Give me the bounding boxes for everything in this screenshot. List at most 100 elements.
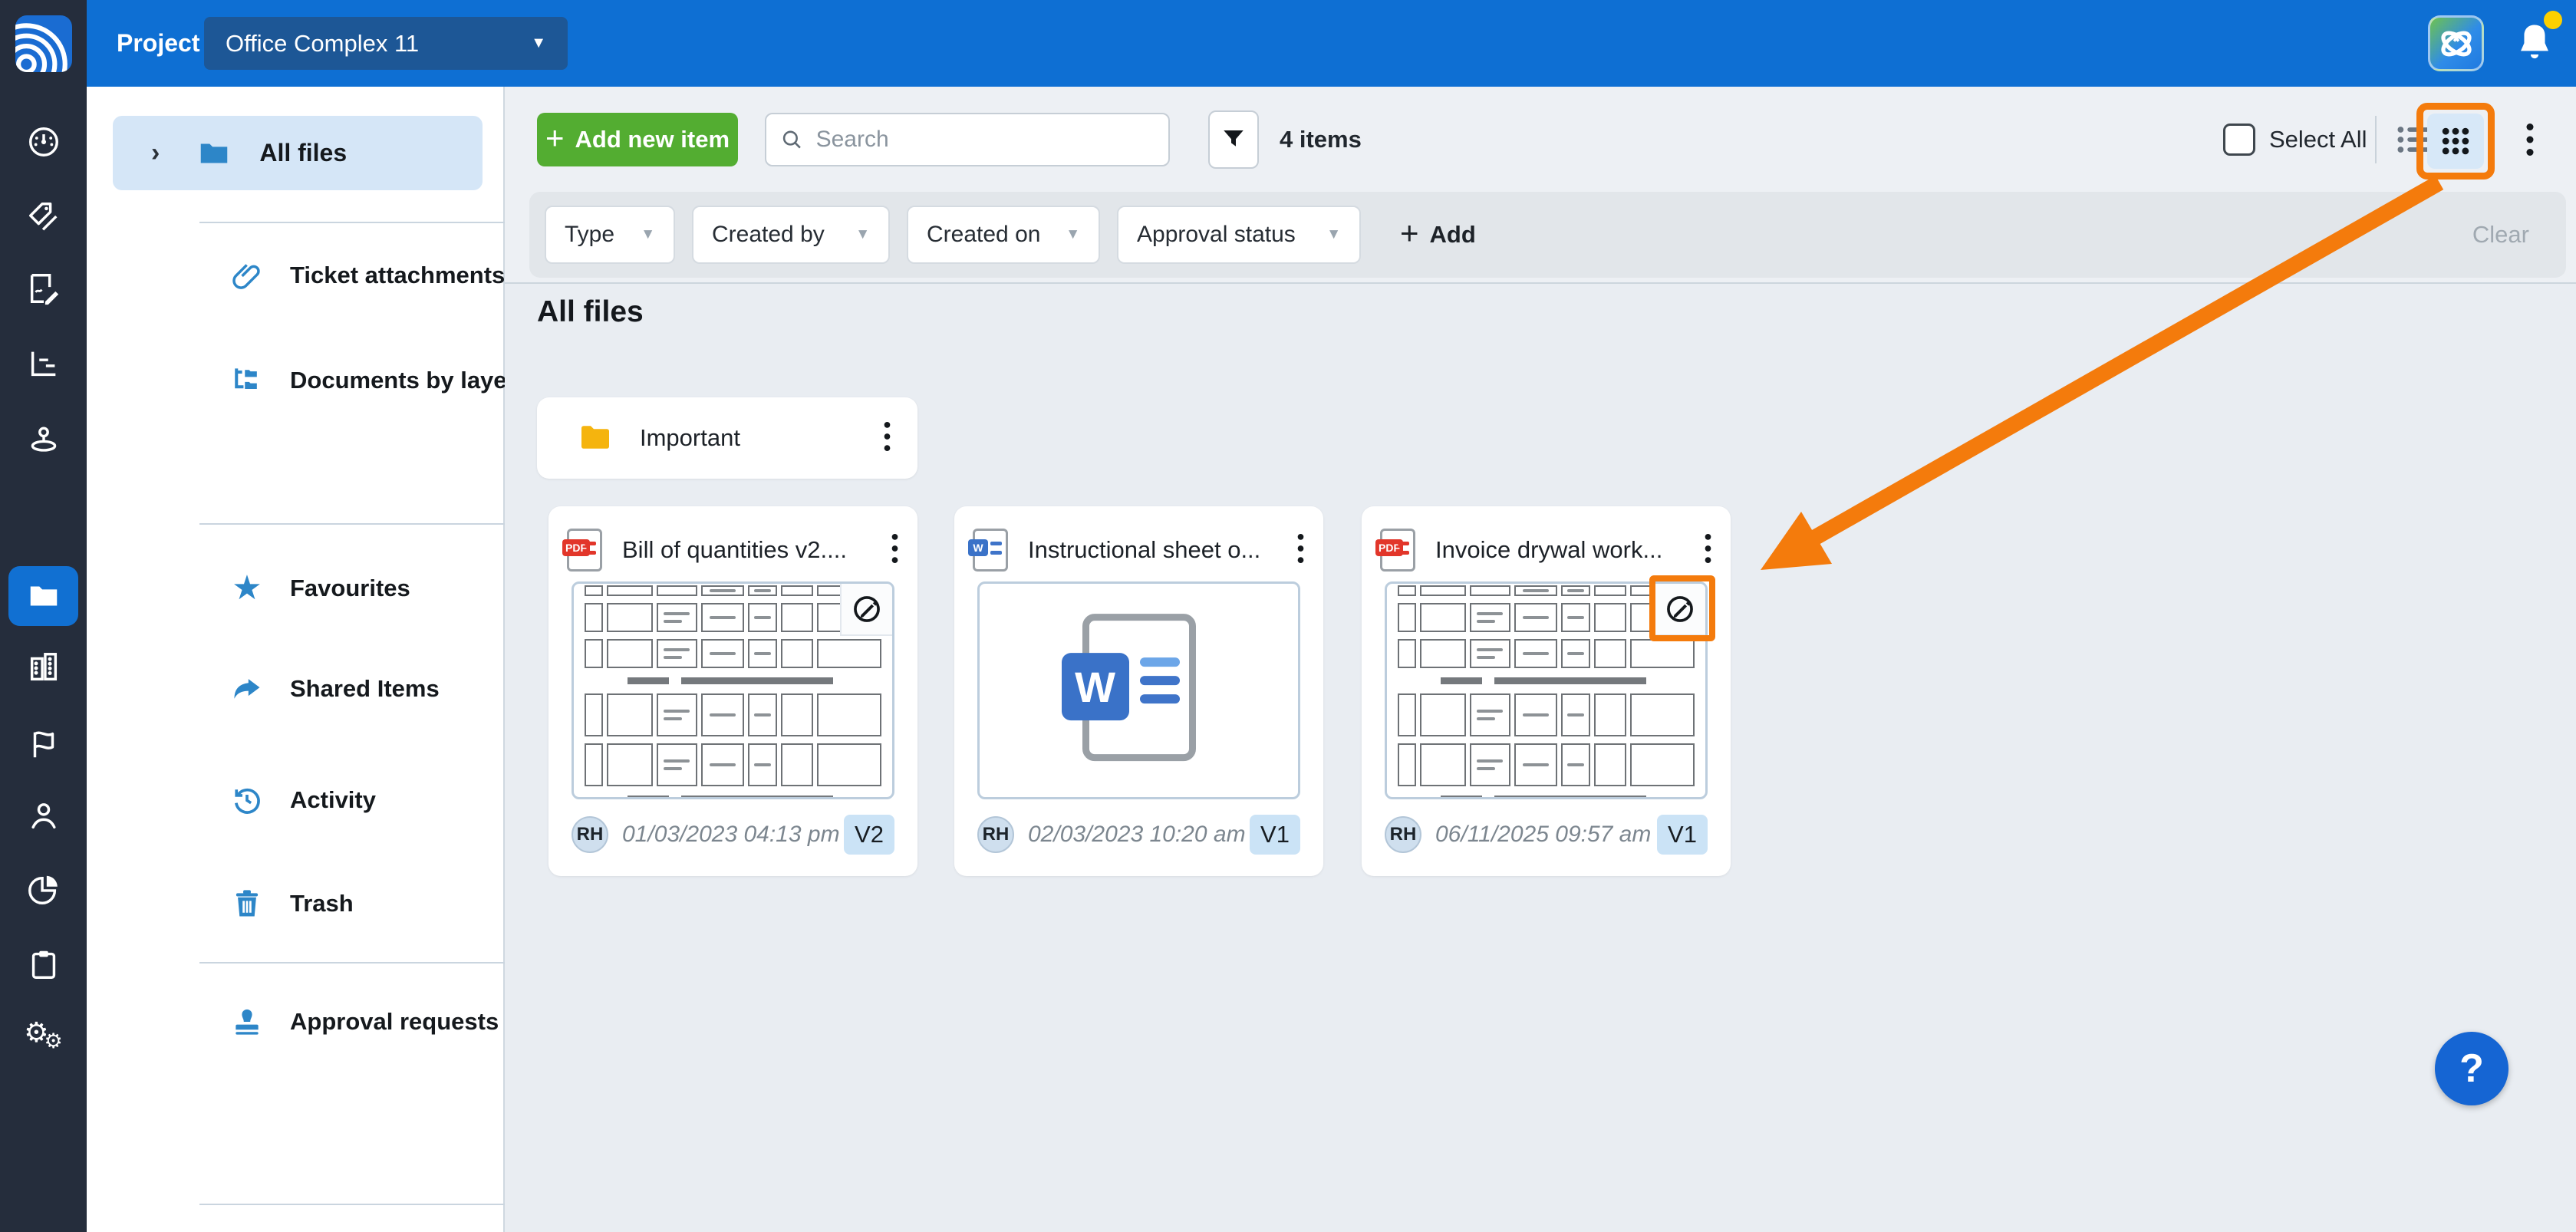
- folder-card-important[interactable]: Important: [537, 397, 917, 479]
- icon-rail: ⚙⚙ ›: [0, 87, 87, 1232]
- file-card[interactable]: W Instructional sheet o... W RH 02/03/20…: [954, 506, 1323, 876]
- notification-dot: [2544, 11, 2562, 29]
- brand-logo-icon: [15, 15, 72, 72]
- add-new-item-button[interactable]: + Add new item: [537, 113, 738, 166]
- sidebar-item-project-settings[interactable]: ⚙⚙: [0, 1006, 87, 1064]
- analytics-icon: [26, 872, 61, 908]
- annotate-badge-button[interactable]: [840, 584, 892, 636]
- edit-circle-icon: [851, 593, 883, 625]
- divider: [2375, 116, 2377, 163]
- folder-icon: [577, 420, 614, 456]
- select-all-control[interactable]: Select All: [2223, 113, 2367, 166]
- file-modified-date: 01/03/2023 04:13 pm: [622, 816, 840, 853]
- project-name: Office Complex 11: [226, 30, 419, 58]
- sidebar-item-label: Activity: [290, 786, 376, 814]
- help-button[interactable]: ?: [2435, 1032, 2508, 1105]
- tasks-icon: [26, 947, 61, 982]
- chevron-right-icon: ›: [151, 138, 160, 168]
- sidebar-item-flags[interactable]: [0, 715, 87, 773]
- app-logo[interactable]: [0, 0, 87, 87]
- sidebar-item-label: Documents by layers: [290, 367, 529, 394]
- folder-menu-button[interactable]: [883, 420, 891, 457]
- chevron-down-icon: ▼: [1309, 226, 1341, 243]
- filter-chip-created-on[interactable]: Created on ▼: [907, 206, 1100, 264]
- sidebar-item-reports[interactable]: [0, 334, 87, 393]
- word-document-icon: W: [1082, 614, 1196, 761]
- sidebar-item-tags[interactable]: [0, 188, 87, 246]
- plus-icon: +: [545, 120, 565, 156]
- sidebar-item-locate[interactable]: [0, 410, 87, 468]
- chevron-down-icon: ▼: [1049, 226, 1080, 243]
- sidebar-item-tasks[interactable]: [0, 935, 87, 993]
- avatar: RH: [1385, 816, 1421, 853]
- add-new-item-label: Add new item: [575, 126, 730, 153]
- files-sidebar: › All files Ticket attachments Documents…: [87, 87, 505, 1232]
- sidebar-item-files[interactable]: [0, 567, 87, 625]
- kebab-icon: [2525, 121, 2535, 158]
- filter-chip-label: Created on: [927, 222, 1040, 248]
- plus-icon: +: [1400, 215, 1419, 252]
- chevron-down-icon: ▼: [838, 226, 870, 243]
- app-switcher-button[interactable]: [2428, 15, 2484, 71]
- avatar: RH: [977, 816, 1014, 853]
- add-filter-button[interactable]: + Add: [1400, 192, 1476, 278]
- history-icon: [215, 783, 279, 817]
- sidebar-item-dashboard[interactable]: [0, 113, 87, 171]
- search-input[interactable]: [815, 126, 1155, 153]
- reports-icon: [26, 346, 61, 381]
- specifications-icon: [26, 650, 61, 685]
- file-thumbnail[interactable]: [572, 581, 894, 799]
- main-content: + Add new item 4 items Select All: [505, 87, 2576, 1232]
- file-modified-date: 02/03/2023 10:20 am: [1028, 816, 1246, 853]
- file-menu-button[interactable]: [891, 532, 899, 569]
- filter-chip-label: Type: [565, 222, 614, 248]
- flags-icon: [26, 726, 61, 762]
- app-window: Project Office Complex 11 ▼: [0, 0, 2576, 1232]
- sidebar-item-analytics[interactable]: [0, 861, 87, 919]
- file-thumbnail[interactable]: W: [977, 581, 1300, 799]
- filter-funnel-icon: [1220, 126, 1247, 153]
- sidebar-item-label: All files: [259, 139, 347, 167]
- sidebar-item-label: Favourites: [290, 575, 410, 602]
- filter-button[interactable]: [1208, 110, 1259, 169]
- sidebar-item-people[interactable]: [0, 786, 87, 845]
- star-icon: ★: [215, 572, 279, 605]
- file-title: Instructional sheet o...: [1028, 536, 1260, 564]
- filter-chip-created-by[interactable]: Created by ▼: [692, 206, 890, 264]
- sidebar-item-label: Ticket attachments: [290, 262, 505, 289]
- version-badge: V2: [844, 815, 894, 855]
- people-icon: [26, 798, 61, 833]
- clear-filters-button[interactable]: Clear: [2472, 192, 2529, 278]
- file-menu-button[interactable]: [1704, 532, 1712, 569]
- folder-icon: [196, 136, 232, 171]
- locate-icon: [26, 421, 61, 456]
- avatar: RH: [572, 816, 608, 853]
- filter-chip-approval-status[interactable]: Approval status ▼: [1117, 206, 1361, 264]
- more-options-button[interactable]: [2513, 119, 2547, 160]
- sidebar-item-all-files[interactable]: › All files: [113, 116, 483, 190]
- annotation-highlight-annotate-badge: [1649, 575, 1715, 641]
- folder-name: Important: [640, 424, 740, 452]
- sidebar-item-specifications[interactable]: [0, 638, 87, 697]
- sidebar-item-forms[interactable]: [0, 259, 87, 318]
- top-header-bar: Project Office Complex 11 ▼: [0, 0, 2576, 87]
- dashboard-icon: [26, 124, 61, 160]
- project-label: Project: [117, 0, 199, 87]
- forms-icon: [26, 271, 61, 306]
- project-selector[interactable]: Office Complex 11 ▼: [204, 17, 568, 70]
- kebab-icon: [891, 532, 899, 565]
- file-card[interactable]: PDF Bill of quantities v2.... RH 01/03/2…: [548, 506, 917, 876]
- select-all-checkbox[interactable]: [2223, 124, 2255, 156]
- tags-icon: [26, 199, 61, 235]
- files-icon: [26, 578, 61, 614]
- kebab-icon: [1296, 532, 1305, 565]
- filter-chip-label: Created by: [712, 222, 825, 248]
- file-title: Bill of quantities v2....: [622, 536, 847, 564]
- search-field[interactable]: [765, 113, 1170, 166]
- page-title: All files: [537, 295, 644, 329]
- file-menu-button[interactable]: [1296, 532, 1305, 569]
- file-card[interactable]: PDF Invoice drywal work... RH 06/11/2025…: [1362, 506, 1731, 876]
- search-icon: [780, 127, 804, 153]
- kebab-icon: [1704, 532, 1712, 565]
- filter-chip-type[interactable]: Type ▼: [545, 206, 675, 264]
